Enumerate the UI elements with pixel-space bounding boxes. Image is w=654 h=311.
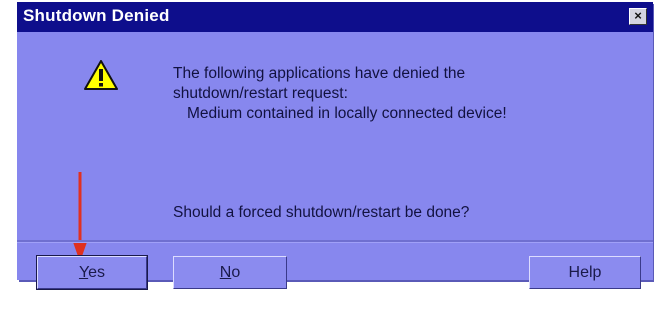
message-line-2: shutdown/restart request: (173, 85, 348, 102)
window-title: Shutdown Denied (23, 6, 170, 25)
yes-accelerator: Y (78, 264, 89, 281)
title-bar[interactable]: Shutdown Denied × (17, 2, 653, 32)
dialog-body: The following applications have denied t… (17, 32, 653, 290)
arrow-down-icon (73, 172, 87, 262)
no-button[interactable]: No (173, 256, 287, 289)
close-button[interactable]: × (629, 8, 647, 25)
warning-icon (84, 60, 118, 90)
no-accelerator: N (219, 264, 232, 281)
message-line-3: Medium contained in locally connected de… (187, 105, 507, 122)
no-label: o (231, 264, 241, 281)
question-text: Should a forced shutdown/restart be done… (173, 204, 470, 221)
help-button[interactable]: Help (529, 256, 641, 289)
yes-button[interactable]: Yes (36, 255, 148, 290)
button-separator (17, 240, 653, 243)
message-text: The following applications have denied t… (173, 64, 633, 124)
yes-label: es (88, 264, 106, 281)
shutdown-denied-dialog: Shutdown Denied × The following applicat… (17, 2, 653, 290)
message-line-1: The following applications have denied t… (173, 65, 466, 82)
